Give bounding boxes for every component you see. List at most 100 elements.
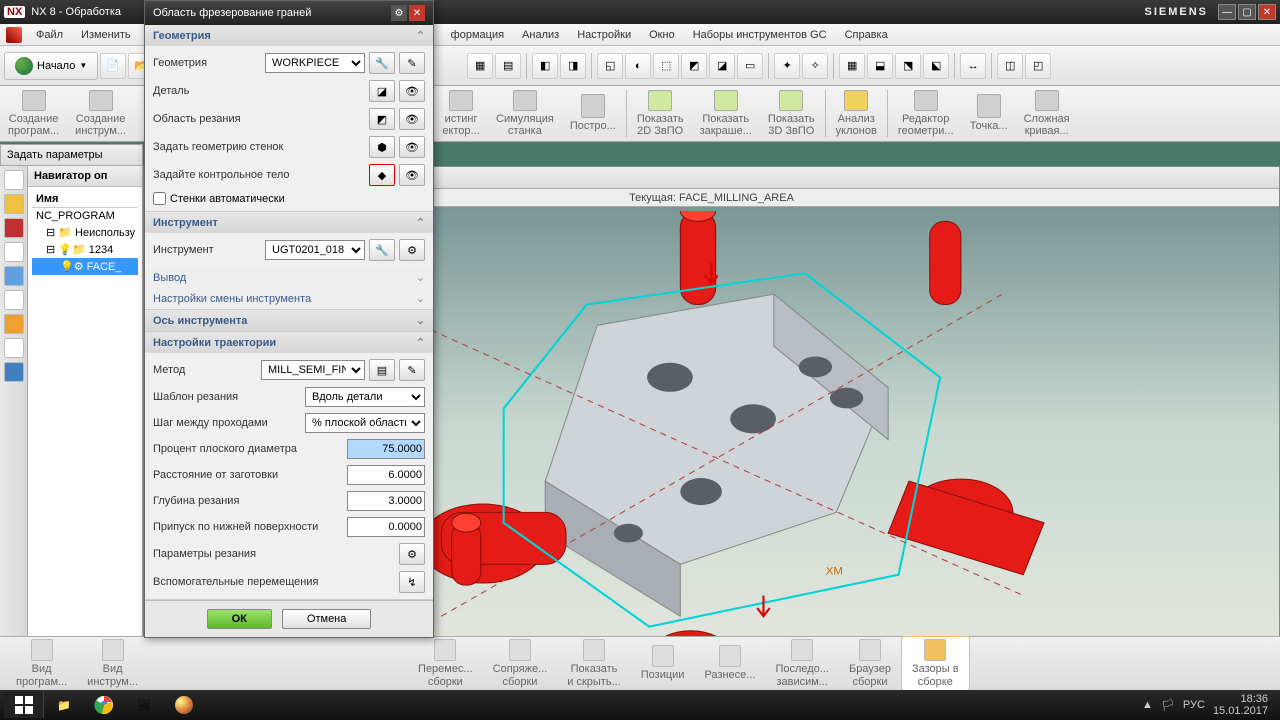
tb-icon[interactable]: ◨: [560, 53, 586, 79]
geometry-section-header[interactable]: Геометрия⌃: [145, 25, 433, 46]
curve-button[interactable]: Сложнаякривая...: [1016, 86, 1078, 141]
menu-info[interactable]: формация: [443, 27, 512, 43]
dialog-settings-icon[interactable]: ⚙: [391, 5, 407, 21]
mate-assy-button[interactable]: Сопряже...сборки: [483, 637, 558, 689]
method-edit-icon[interactable]: ▤: [369, 359, 395, 381]
minimize-button[interactable]: —: [1218, 4, 1236, 20]
menu-file[interactable]: Файл: [28, 27, 71, 43]
method-select[interactable]: MILL_SEMI_FINI: [261, 360, 365, 380]
blank-dist-field[interactable]: [347, 465, 425, 485]
assy-browser-button[interactable]: Браузерсборки: [839, 637, 901, 689]
navigator-tree[interactable]: Имя NC_PROGRAM ⊟ 📁 Неиспользу ⊟ 💡📁 1234 …: [28, 187, 142, 652]
tool-new-icon[interactable]: ⚙: [399, 239, 425, 261]
wall-display-icon[interactable]: 👁: [399, 136, 425, 158]
tool-section-header[interactable]: Инструмент⌃: [145, 212, 433, 233]
menu-window[interactable]: Окно: [641, 27, 683, 43]
rail-icon[interactable]: [4, 170, 24, 190]
view-program-button[interactable]: Видпрограм...: [6, 637, 77, 689]
tb-icon[interactable]: ▦: [839, 53, 865, 79]
dialog-titlebar[interactable]: Область фрезерование граней ⚙ ✕: [145, 1, 433, 25]
chrome-icon[interactable]: [84, 692, 124, 718]
cut-params-button[interactable]: ⚙: [399, 543, 425, 565]
tb-icon[interactable]: ⬓: [867, 53, 893, 79]
rail-icon[interactable]: [4, 266, 24, 286]
geometry-edit-icon[interactable]: 🔧: [369, 52, 395, 74]
geom-editor-button[interactable]: Редакторгеометри...: [890, 86, 962, 141]
tool-edit-icon[interactable]: 🔧: [369, 239, 395, 261]
tb-icon[interactable]: ⬔: [895, 53, 921, 79]
tray-icon[interactable]: ▲: [1142, 699, 1153, 711]
app-icon[interactable]: 🖼: [124, 692, 164, 718]
nx-taskbar-icon[interactable]: [164, 692, 204, 718]
rail-icon[interactable]: [4, 242, 24, 262]
tb-icon[interactable]: ▦: [467, 53, 493, 79]
rail-icon[interactable]: [4, 314, 24, 334]
wall-select-icon[interactable]: ⬢: [369, 136, 395, 158]
maximize-button[interactable]: ▢: [1238, 4, 1256, 20]
cut-area-display-icon[interactable]: 👁: [399, 108, 425, 130]
geometry-new-icon[interactable]: ✎: [399, 52, 425, 74]
menu-analysis[interactable]: Анализ: [514, 27, 567, 43]
move-assy-button[interactable]: Перемес...сборки: [408, 637, 483, 689]
path-section-header[interactable]: Настройки траектории⌃: [145, 332, 433, 353]
start-menu-button[interactable]: [4, 692, 44, 718]
method-new-icon[interactable]: ✎: [399, 359, 425, 381]
start-button[interactable]: Начало ▼: [4, 52, 98, 80]
menu-settings[interactable]: Настройки: [569, 27, 639, 43]
tb-icon[interactable]: ◫: [997, 53, 1023, 79]
tb-icon[interactable]: ◪: [709, 53, 735, 79]
new-icon[interactable]: 📄: [100, 53, 126, 79]
part-display-icon[interactable]: 👁: [399, 80, 425, 102]
clock[interactable]: 18:36 15.01.2017: [1213, 693, 1268, 717]
rail-icon[interactable]: [4, 338, 24, 358]
tb-icon[interactable]: ◩: [681, 53, 707, 79]
tb-icon[interactable]: ⬕: [923, 53, 949, 79]
point-button[interactable]: Точка...: [962, 86, 1016, 141]
tree-item[interactable]: NC_PROGRAM: [32, 208, 138, 224]
draft-analysis-button[interactable]: Анализуклонов: [828, 86, 885, 141]
check-select-icon[interactable]: ◆: [369, 164, 395, 186]
wire-icon[interactable]: ⬚: [653, 53, 679, 79]
tb-icon[interactable]: ✦: [774, 53, 800, 79]
dialog-close-icon[interactable]: ✕: [409, 5, 425, 21]
tree-item[interactable]: ⊟ 💡📁 1234: [32, 241, 138, 258]
part-select-icon[interactable]: ◪: [369, 80, 395, 102]
ok-button[interactable]: ОК: [207, 609, 272, 629]
tb-icon[interactable]: ◰: [1025, 53, 1051, 79]
view-tool-button[interactable]: Видинструм...: [77, 637, 148, 689]
tb-icon[interactable]: ▤: [495, 53, 521, 79]
show-shaded-button[interactable]: Показатьзакраше...: [692, 86, 760, 141]
percent-field[interactable]: [347, 439, 425, 459]
simulate-button[interactable]: Симуляциястанка: [488, 86, 562, 141]
tool-select[interactable]: UGT0201_018 (E: [265, 240, 365, 260]
listing-button[interactable]: истингектор...: [434, 86, 488, 141]
positions-button[interactable]: Позиции: [631, 643, 695, 683]
show-2d-button[interactable]: Показать2D ЗвПО: [629, 86, 692, 141]
cut-area-select-icon[interactable]: ◩: [369, 108, 395, 130]
explorer-icon[interactable]: 📁: [44, 692, 84, 718]
tb-icon[interactable]: ▭: [737, 53, 763, 79]
cube-icon[interactable]: ◱: [597, 53, 623, 79]
rail-icon[interactable]: [4, 194, 24, 214]
create-tool-button[interactable]: Созданиеинструм...: [67, 86, 134, 141]
tb-icon[interactable]: ✧: [802, 53, 828, 79]
close-button[interactable]: ✕: [1258, 4, 1276, 20]
explode-button[interactable]: Разнесе...: [694, 643, 765, 683]
rail-icon[interactable]: [4, 362, 24, 382]
tool-change-header[interactable]: Настройки смены инструмента⌄: [145, 288, 433, 309]
show-3d-button[interactable]: Показать3D ЗвПО: [760, 86, 823, 141]
menu-help[interactable]: Справка: [837, 27, 896, 43]
check-display-icon[interactable]: 👁: [399, 164, 425, 186]
geometry-select[interactable]: WORKPIECE: [265, 53, 365, 73]
create-program-button[interactable]: Созданиепрограм...: [0, 86, 67, 141]
tree-item[interactable]: ⊟ 📁 Неиспользу: [32, 224, 138, 241]
build-button[interactable]: Постро...: [562, 86, 624, 141]
cancel-button[interactable]: Отмена: [282, 609, 371, 629]
pattern-select[interactable]: Вдоль детали: [305, 387, 425, 407]
tb-icon[interactable]: ↔: [960, 53, 986, 79]
tree-item-selected[interactable]: 💡⚙ FACE_: [32, 258, 138, 275]
output-header[interactable]: Вывод⌄: [145, 267, 433, 288]
system-tray[interactable]: ▲ 🏳 РУС 18:36 15.01.2017: [1142, 693, 1276, 717]
rail-icon[interactable]: [4, 290, 24, 310]
axis-section-header[interactable]: Ось инструмента⌄: [145, 310, 433, 331]
